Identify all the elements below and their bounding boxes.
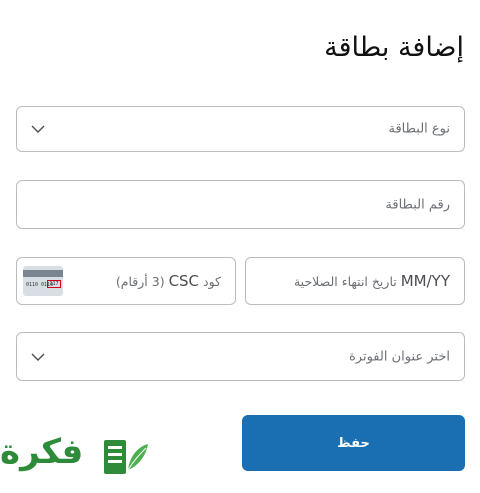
billing-address-placeholder: اختر عنوان الفوترة: [348, 349, 450, 364]
chevron-down-icon: [31, 125, 45, 133]
card-number-input[interactable]: رقم البطاقة: [16, 180, 465, 229]
csc-label-after: (3 أرقام): [115, 274, 165, 289]
csc-input[interactable]: كود CSC (3 أرقام) 0110 0110 117: [16, 257, 236, 305]
csc-placeholder: كود CSC (3 أرقام): [116, 272, 221, 290]
billing-address-select[interactable]: اختر عنوان الفوترة: [16, 332, 465, 381]
expiry-label: تاريخ انتهاء الصلاحية: [293, 274, 397, 289]
chevron-down-icon: [31, 353, 45, 361]
csc-code: CSC: [168, 272, 200, 290]
csc-label-before: كود: [203, 274, 221, 289]
card-icon-cvv: 117: [47, 280, 61, 288]
expiry-format: MM/YY: [400, 272, 450, 290]
card-number-placeholder: رقم البطاقة: [385, 197, 450, 212]
expiry-date-input[interactable]: MM/YY تاريخ انتهاء الصلاحية: [245, 257, 465, 305]
logo: فكرة: [0, 428, 160, 486]
card-type-select[interactable]: نوع البطاقة: [16, 106, 465, 152]
credit-card-cvv-icon: 0110 0110 117: [23, 266, 63, 296]
page-title: إضافة بطاقة: [324, 32, 464, 63]
expiry-placeholder: MM/YY تاريخ انتهاء الصلاحية: [294, 272, 450, 290]
book-leaf-icon: [104, 440, 148, 474]
logo-wordmark: فكرة: [0, 432, 84, 472]
save-button[interactable]: حفظ: [242, 415, 465, 471]
card-type-placeholder: نوع البطاقة: [388, 121, 450, 137]
